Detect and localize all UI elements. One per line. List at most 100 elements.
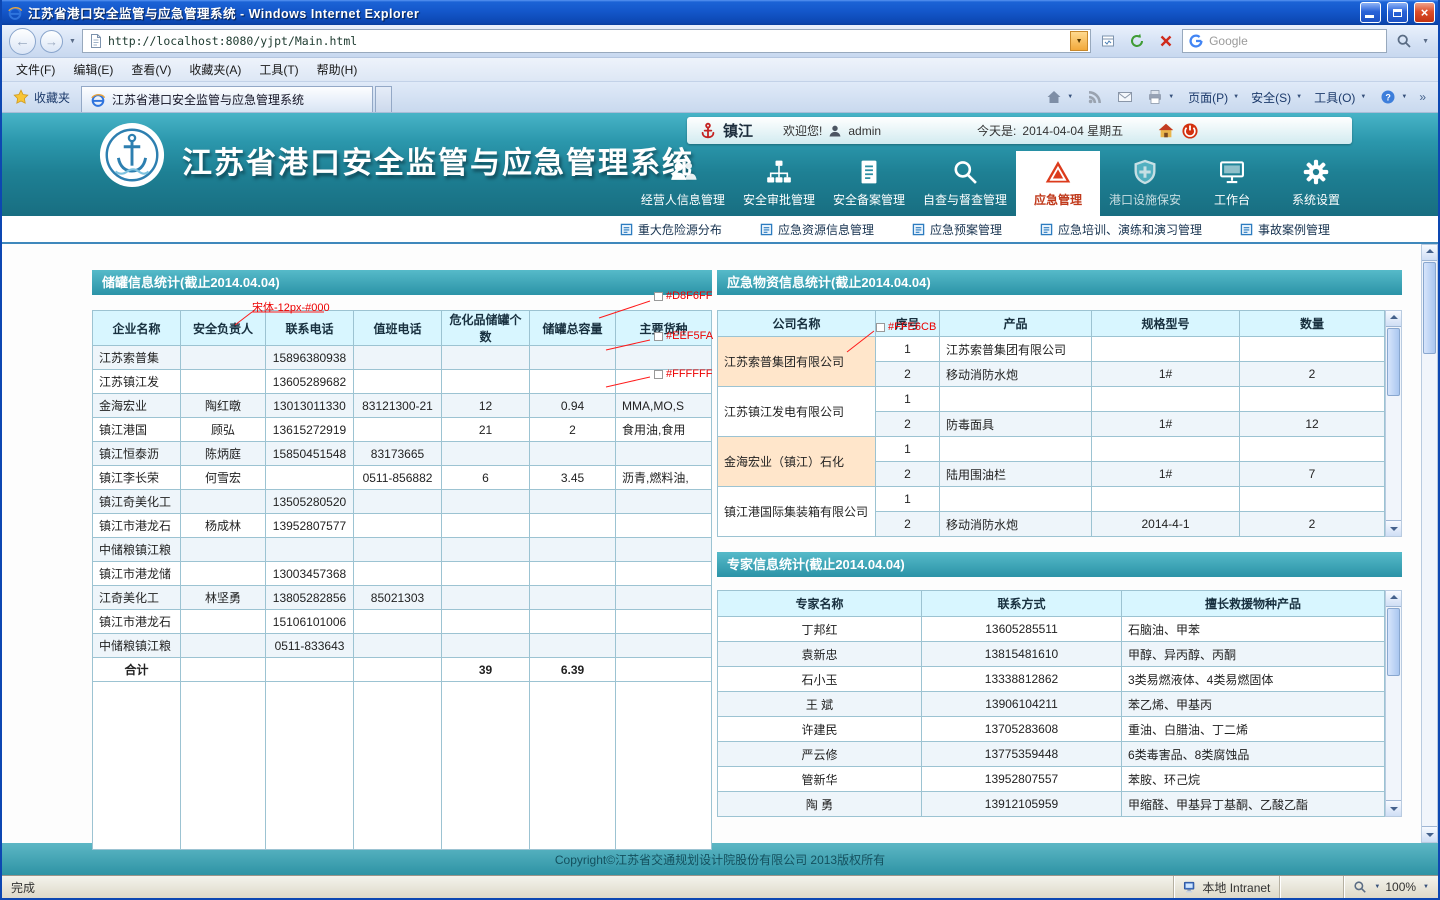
nav-item-经营人信息管理[interactable]: 经营人信息管理 xyxy=(632,151,734,216)
nav-item-工作台[interactable]: 工作台 xyxy=(1190,151,1274,216)
experts-scrollbar[interactable] xyxy=(1385,590,1402,817)
restore-button[interactable] xyxy=(1387,2,1408,23)
close-button[interactable]: × xyxy=(1414,2,1435,23)
search-dropdown[interactable]: ▼ xyxy=(1420,38,1431,45)
expert-row: 陶 勇13912105959甲缩醛、甲基异丁基酮、乙酸乙酯 xyxy=(718,792,1385,817)
forward-button[interactable]: → xyxy=(40,30,63,53)
nav-item-港口设施保安[interactable]: 港口设施保安 xyxy=(1100,151,1190,216)
toolbar-button-label: 工具(O) xyxy=(1314,89,1355,106)
content-area: 储罐信息统计(截止2014.04.04) 企业名称安全负责人联系电话值班电话危化… xyxy=(2,244,1438,843)
caret-icon: ▼ xyxy=(1360,94,1366,100)
scroll-up-icon[interactable] xyxy=(1386,311,1401,327)
tank-cell xyxy=(616,610,712,634)
scroll-down-icon[interactable] xyxy=(1386,520,1401,536)
minimize-button[interactable] xyxy=(1360,2,1381,23)
help-button[interactable]: ?▼ xyxy=(1374,86,1413,108)
supplies-row: 江苏镇江发电有限公司1 xyxy=(718,387,1385,412)
tank-cell xyxy=(266,466,354,490)
column-header: 公司名称 xyxy=(718,311,876,337)
nav-item-label: 安全审批管理 xyxy=(743,191,815,208)
logout-icon[interactable] xyxy=(1181,122,1199,140)
tank-row: 镇江市港龙石15106101006 xyxy=(93,610,712,634)
nav-item-label: 安全备案管理 xyxy=(833,191,905,208)
toolbar-text-button[interactable]: 安全(S)▼ xyxy=(1245,86,1308,109)
scroll-track[interactable] xyxy=(1386,327,1401,520)
menu-item[interactable]: 帮助(H) xyxy=(308,58,367,81)
favorites-button[interactable]: 收藏夹 xyxy=(2,82,81,112)
tank-row: 镇江奇美化工13505280520 xyxy=(93,490,712,514)
tank-cell xyxy=(530,490,616,514)
home-button[interactable]: ▼ xyxy=(1040,86,1079,108)
subnav-item-应急资源信息管理[interactable]: 应急资源信息管理 xyxy=(760,221,874,238)
subnav-item-重大危险源分布[interactable]: 重大危险源分布 xyxy=(620,221,722,238)
scroll-track[interactable] xyxy=(1386,607,1401,800)
subnav-item-label: 重大危险源分布 xyxy=(638,221,722,238)
tank-cell xyxy=(442,634,530,658)
refresh-button[interactable] xyxy=(1124,29,1149,54)
supplies-scrollbar[interactable] xyxy=(1385,310,1402,537)
menu-item[interactable]: 查看(V) xyxy=(122,58,180,81)
overflow-chevron-icon[interactable]: » xyxy=(1415,90,1430,104)
nav-item-安全备案管理[interactable]: 安全备案管理 xyxy=(824,151,914,216)
document-icon xyxy=(620,223,633,236)
subnav-item-事故案例管理[interactable]: 事故案例管理 xyxy=(1240,221,1330,238)
history-dropdown[interactable]: ▼ xyxy=(67,38,78,45)
column-header: 安全负责人 xyxy=(181,311,266,346)
expert-cell: 甲缩醛、甲基异丁基酮、乙酸乙酯 xyxy=(1122,792,1385,817)
zoom-control[interactable]: ▼ 100% ▼ xyxy=(1343,876,1438,898)
menu-item[interactable]: 工具(T) xyxy=(250,58,307,81)
toolbar-text-button[interactable]: 工具(O) ▼ xyxy=(1308,86,1372,109)
tank-total-cell: 6.39 xyxy=(530,658,616,682)
compatibility-button[interactable] xyxy=(1095,29,1120,54)
tank-cell xyxy=(530,514,616,538)
nav-item-安全审批管理[interactable]: 安全审批管理 xyxy=(734,151,824,216)
mail-button[interactable] xyxy=(1111,86,1139,108)
tank-cell: 21 xyxy=(442,418,530,442)
address-input[interactable] xyxy=(108,34,1066,48)
refresh-icon xyxy=(1129,33,1145,49)
toolbar-text-button[interactable]: 页面(P)▼ xyxy=(1182,86,1245,109)
expert-cell: 石小玉 xyxy=(718,667,922,692)
rss-icon xyxy=(1087,89,1103,105)
tank-row: 镇江港国顾弘13615272919212食用油,食用 xyxy=(93,418,712,442)
nav-item-自查与督查管理[interactable]: 自查与督查管理 xyxy=(914,151,1016,216)
page-scrollbar[interactable] xyxy=(1421,244,1438,843)
feeds-button[interactable] xyxy=(1081,86,1109,108)
supplies-cell xyxy=(1092,437,1240,462)
nav-item-系统设置[interactable]: 系统设置 xyxy=(1274,151,1358,216)
search-input[interactable] xyxy=(1209,34,1381,48)
column-header: 企业名称 xyxy=(93,311,181,346)
scroll-thumb[interactable] xyxy=(1387,328,1400,396)
zoom-magnifier-icon xyxy=(1353,880,1367,894)
address-dropdown[interactable]: ▼ xyxy=(1070,31,1088,51)
scroll-up-icon[interactable] xyxy=(1386,591,1401,607)
expert-cell: 石脑油、甲苯 xyxy=(1122,617,1385,642)
menu-item[interactable]: 编辑(E) xyxy=(64,58,122,81)
stop-button[interactable] xyxy=(1153,29,1178,54)
tank-total-cell xyxy=(616,658,712,682)
scroll-track[interactable] xyxy=(1422,261,1437,826)
expert-row: 石小玉133388128623类易燃液体、4类易燃固体 xyxy=(718,667,1385,692)
scroll-thumb[interactable] xyxy=(1423,262,1436,354)
scroll-up-icon[interactable] xyxy=(1422,245,1437,261)
expert-cell: 陶 勇 xyxy=(718,792,922,817)
back-button[interactable]: ← xyxy=(9,28,36,55)
nav-item-应急管理[interactable]: 应急管理 xyxy=(1016,151,1100,216)
browser-tab[interactable]: 江苏省港口安全监管与应急管理系统 xyxy=(81,86,373,112)
search-button[interactable] xyxy=(1391,29,1416,54)
scroll-down-icon[interactable] xyxy=(1422,826,1437,842)
new-tab-stub[interactable] xyxy=(375,86,392,112)
tank-cell: 13505280520 xyxy=(266,490,354,514)
menu-item[interactable]: 收藏夹(A) xyxy=(180,58,250,81)
menu-item[interactable]: 文件(F) xyxy=(7,58,64,81)
print-button[interactable]: ▼ xyxy=(1141,86,1180,108)
tank-total-cell xyxy=(354,658,442,682)
scroll-down-icon[interactable] xyxy=(1386,800,1401,816)
home-shortcut-icon[interactable] xyxy=(1157,122,1175,140)
supplies-cell xyxy=(1092,487,1240,512)
subnav-item-应急培训、演练和演习管理[interactable]: 应急培训、演练和演习管理 xyxy=(1040,221,1202,238)
subnav-item-应急预案管理[interactable]: 应急预案管理 xyxy=(912,221,1002,238)
tank-cell xyxy=(616,562,712,586)
scroll-thumb[interactable] xyxy=(1387,608,1400,676)
tank-cell xyxy=(442,490,530,514)
